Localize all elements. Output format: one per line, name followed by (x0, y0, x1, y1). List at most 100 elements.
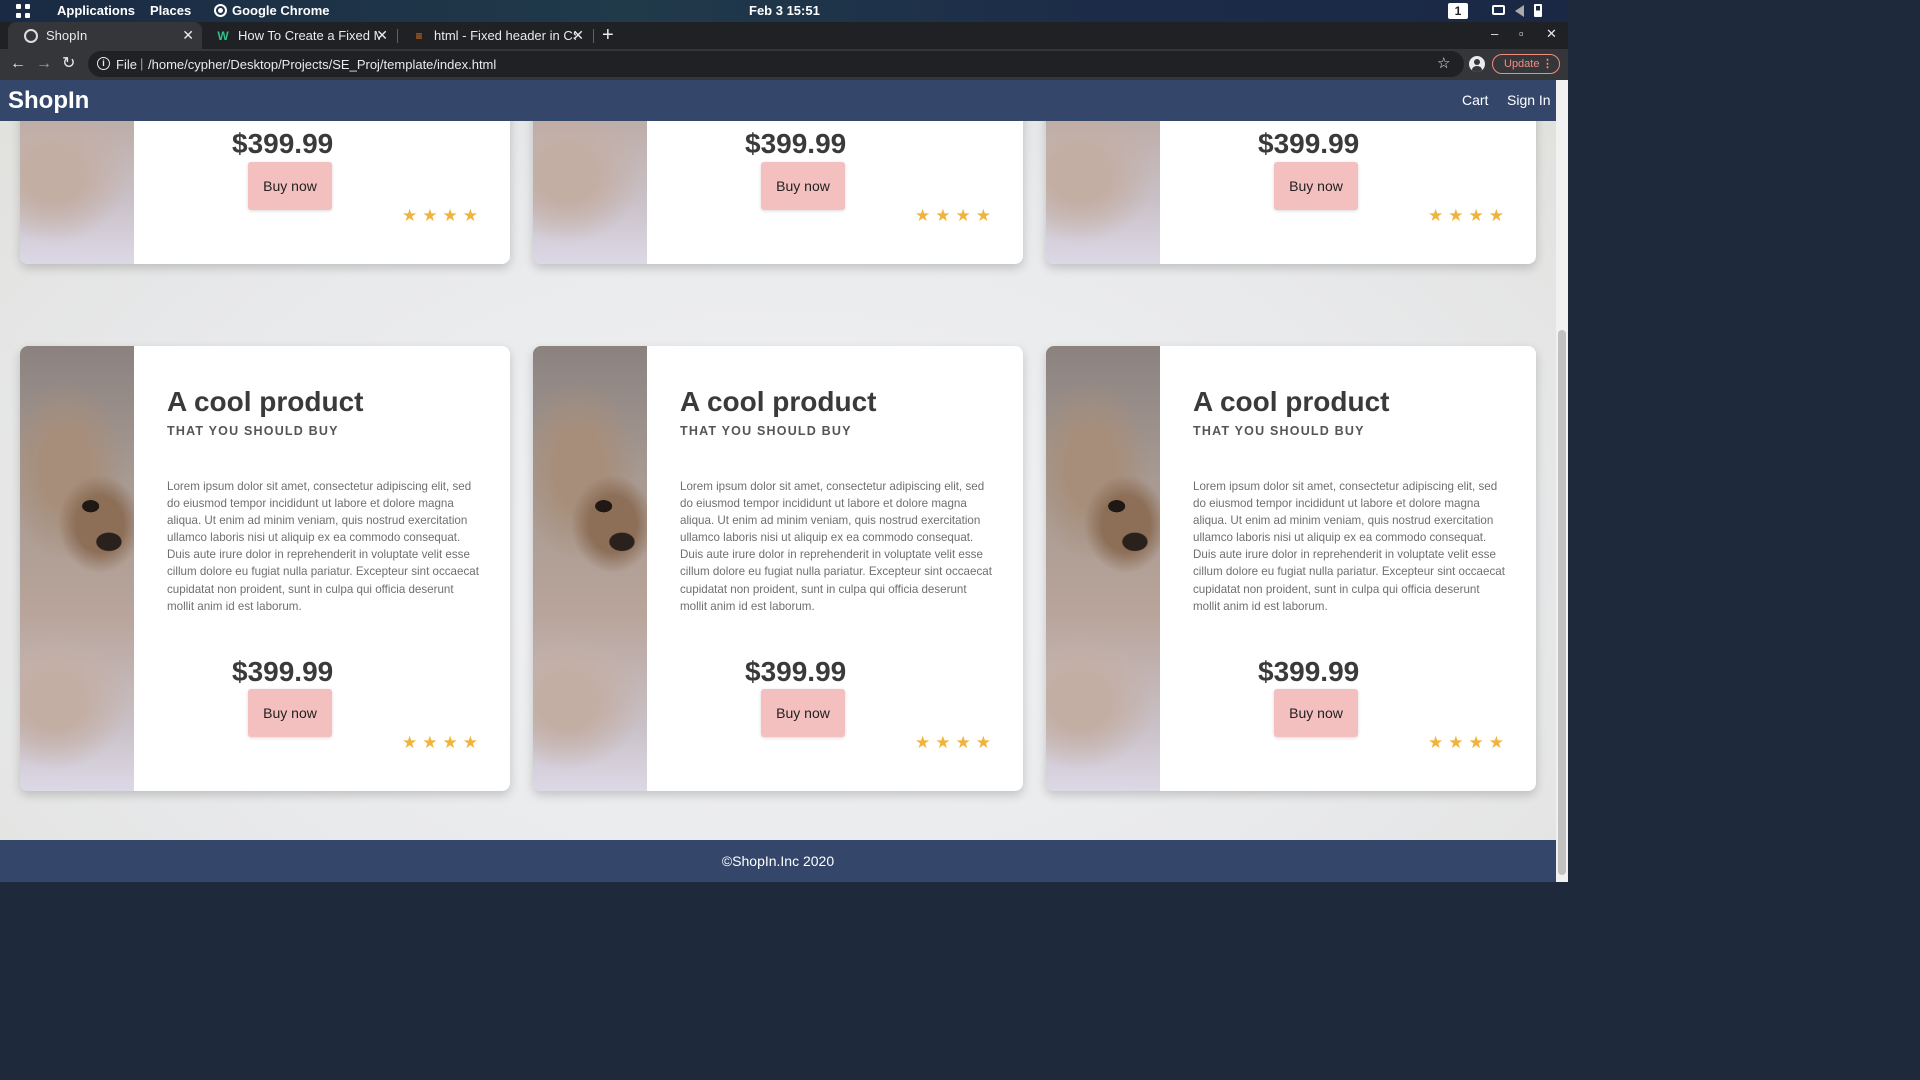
reload-icon[interactable]: ↻ (62, 54, 75, 74)
stackoverflow-icon: ≡ (415, 28, 423, 43)
profile-icon[interactable] (1469, 56, 1485, 72)
tab-stackoverflow[interactable]: ≡ html - Fixed header in CS ✕ (396, 22, 592, 49)
nav-sign-in[interactable]: Sign In (1507, 92, 1551, 108)
buy-now-button[interactable]: Buy now (1274, 689, 1358, 737)
workspace-indicator[interactable]: 1 (1448, 3, 1468, 19)
volume-icon (1515, 5, 1524, 17)
star-icon: ★ (462, 733, 478, 752)
tab-w3schools[interactable]: W How To Create a Fixed Me ✕ (200, 22, 396, 49)
bookmark-star-icon[interactable]: ☆ (1437, 55, 1450, 73)
star-icon: ★ (1428, 206, 1444, 225)
star-icon: ★ (462, 206, 478, 225)
rating-stars: ★ ★ ★ ★ (1428, 207, 1504, 224)
product-description: Lorem ipsum dolor sit amet, consectetur … (1193, 480, 1505, 613)
product-subtitle: THAT YOU SHOULD BUY (1193, 424, 1365, 438)
w3schools-icon: W (217, 28, 229, 43)
product-card: A cool product THAT YOU SHOULD BUY Lorem… (20, 346, 510, 791)
rating-stars: ★ ★ ★ ★ (1428, 734, 1504, 751)
tab-title: html - Fixed header in CS (434, 28, 576, 43)
site-header: ShopIn Cart Sign In (0, 80, 1556, 121)
nav-cart[interactable]: Cart (1462, 92, 1488, 108)
browser-toolbar: ← → ↻ i File | /home/cypher/Desktop/Proj… (0, 49, 1568, 80)
star-icon: ★ (935, 206, 951, 225)
close-icon[interactable]: ✕ (182, 27, 194, 44)
star-icon: ★ (915, 206, 931, 225)
close-icon[interactable]: ✕ (572, 27, 584, 44)
star-icon: ★ (1448, 206, 1464, 225)
star-icon: ★ (442, 733, 458, 752)
star-icon: ★ (422, 733, 438, 752)
buy-now-button[interactable]: Buy now (761, 689, 845, 737)
product-title: A cool product (680, 386, 877, 417)
url-text[interactable]: /home/cypher/Desktop/Projects/SE_Proj/te… (148, 57, 496, 72)
clock[interactable]: Feb 3 15:51 (749, 3, 820, 18)
star-icon: ★ (402, 206, 418, 225)
star-icon: ★ (1488, 733, 1504, 752)
product-image (1046, 346, 1160, 791)
url-divider: | (140, 56, 144, 71)
globe-icon (24, 28, 38, 43)
star-icon: ★ (1488, 206, 1504, 225)
star-icon: ★ (1468, 733, 1484, 752)
site-info-icon[interactable]: i (97, 57, 110, 70)
product-card: A cool product THAT YOU SHOULD BUY Lorem… (533, 346, 1023, 791)
system-tray[interactable] (1492, 4, 1542, 17)
star-icon: ★ (975, 733, 991, 752)
product-card: A cool product THAT YOU SHOULD BUY Lorem… (1046, 346, 1536, 791)
buy-now-button[interactable]: Buy now (1274, 162, 1358, 210)
product-image (533, 346, 647, 791)
product-image (20, 346, 134, 791)
product-price: $399.99 (745, 656, 847, 687)
tab-strip: ShopIn ✕ W How To Create a Fixed Me ✕ ≡ … (0, 22, 1568, 49)
product-price: $399.99 (1258, 128, 1360, 159)
star-icon: ★ (955, 733, 971, 752)
product-subtitle: THAT YOU SHOULD BUY (680, 424, 852, 438)
product-description: Lorem ipsum dolor sit amet, consectetur … (167, 480, 479, 613)
site-footer: ©ShopIn.Inc 2020 (0, 840, 1556, 882)
star-icon: ★ (915, 733, 931, 752)
back-icon[interactable]: ← (10, 54, 26, 74)
star-icon: ★ (442, 206, 458, 225)
url-scheme: File (116, 57, 137, 72)
app-grid-icon[interactable] (16, 4, 30, 18)
product-title: A cool product (167, 386, 364, 417)
star-icon: ★ (1428, 733, 1444, 752)
display-icon (1492, 5, 1505, 15)
maximize-icon[interactable]: ▫ (1519, 26, 1524, 41)
site-brand[interactable]: ShopIn (8, 87, 89, 115)
os-top-bar: Applications Places Google Chrome Feb 3 … (0, 0, 1568, 22)
tab-title: How To Create a Fixed Me (238, 28, 380, 43)
battery-icon (1534, 4, 1542, 17)
buy-now-button[interactable]: Buy now (248, 162, 332, 210)
close-icon[interactable]: ✕ (376, 27, 388, 44)
places-menu[interactable]: Places (150, 3, 191, 18)
applications-menu[interactable]: Applications (57, 3, 135, 18)
scrollbar-thumb[interactable] (1558, 330, 1566, 875)
forward-icon[interactable]: → (36, 54, 52, 74)
buy-now-button[interactable]: Buy now (248, 689, 332, 737)
star-icon: ★ (402, 733, 418, 752)
product-subtitle: THAT YOU SHOULD BUY (167, 424, 339, 438)
rating-stars: ★ ★ ★ ★ (915, 207, 991, 224)
app-menu[interactable]: Google Chrome (214, 3, 330, 18)
product-title: A cool product (1193, 386, 1390, 417)
app-menu-label: Google Chrome (232, 3, 330, 18)
update-button[interactable]: Update ⋮ (1492, 54, 1560, 74)
address-bar[interactable]: i File | /home/cypher/Desktop/Projects/S… (88, 51, 1464, 77)
buy-now-button[interactable]: Buy now (761, 162, 845, 210)
product-price: $399.99 (232, 656, 334, 687)
rating-stars: ★ ★ ★ ★ (915, 734, 991, 751)
star-icon: ★ (935, 733, 951, 752)
window-close-icon[interactable]: ✕ (1546, 26, 1557, 42)
tab-shopin[interactable]: ShopIn ✕ (8, 22, 202, 49)
minimize-icon[interactable]: – (1491, 26, 1498, 41)
star-icon: ★ (955, 206, 971, 225)
tab-separator (593, 29, 594, 43)
update-label: Update (1504, 58, 1540, 70)
new-tab-button[interactable]: + (602, 24, 614, 46)
product-price: $399.99 (745, 128, 847, 159)
rating-stars: ★ ★ ★ ★ (402, 207, 478, 224)
tab-title: ShopIn (46, 28, 88, 43)
menu-dots-icon: ⋮ (1542, 58, 1553, 70)
page-scrollbar[interactable] (1556, 80, 1568, 882)
